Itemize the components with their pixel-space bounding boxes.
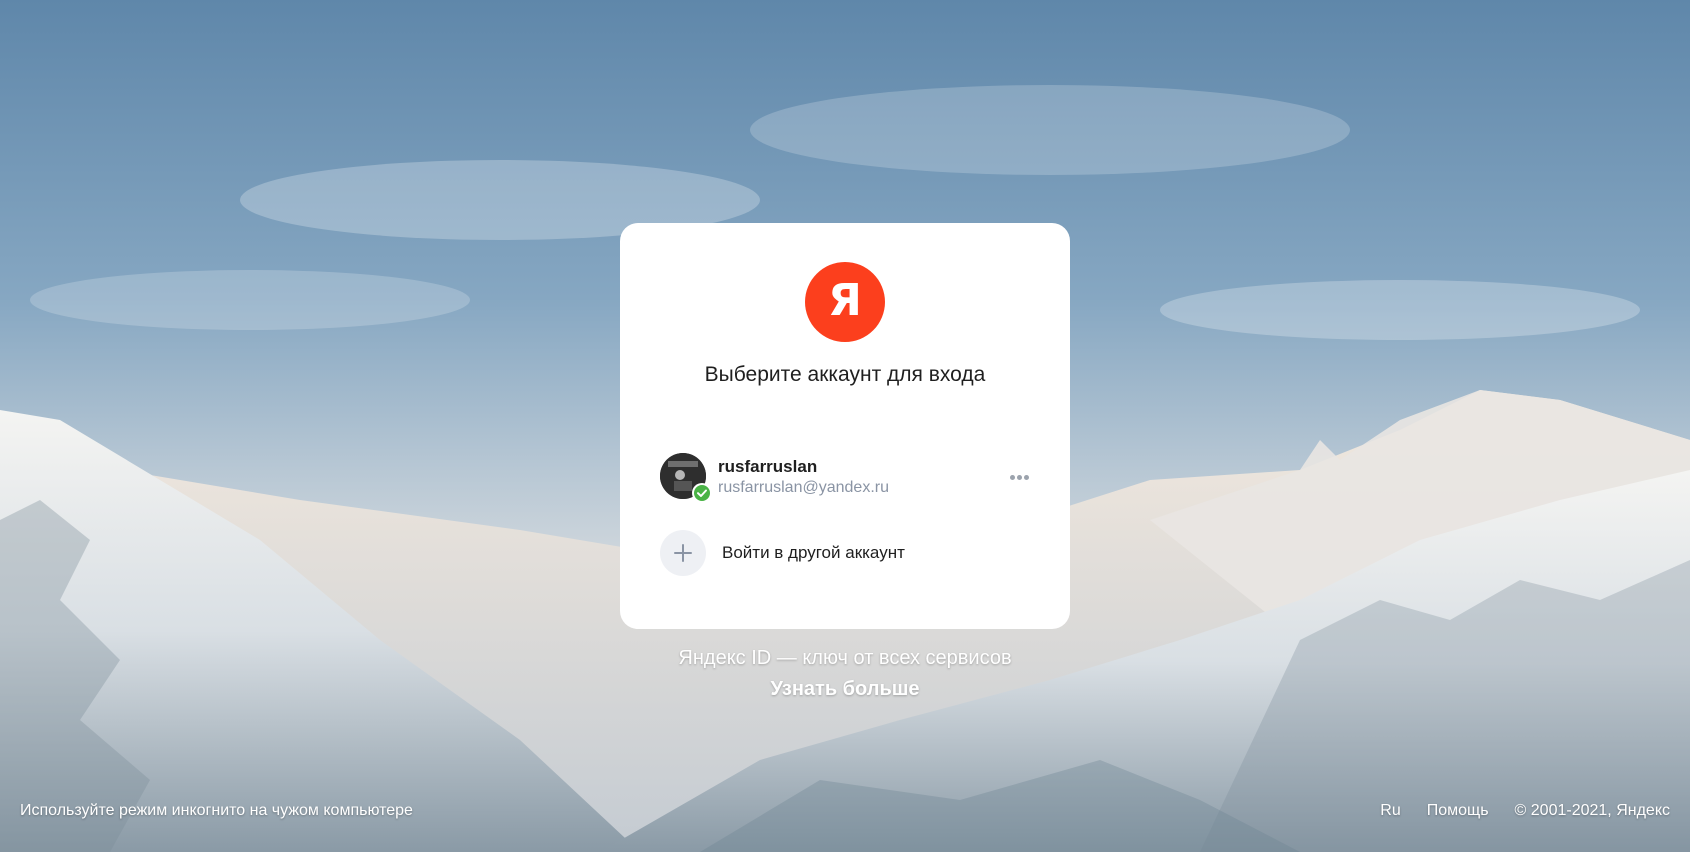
incognito-hint: Используйте режим инкогнито на чужом ком… xyxy=(20,802,413,819)
page-title: Выберите аккаунт для входа xyxy=(704,363,986,386)
promo-tagline: Яндекс ID — ключ от всех сервисов xyxy=(678,647,1012,669)
account-email: rusfarruslan@yandex.ru xyxy=(718,479,889,496)
learn-more-link[interactable]: Узнать больше xyxy=(0,678,1690,701)
account-login: rusfarruslan xyxy=(718,457,818,476)
yandex-logo: Я xyxy=(805,262,885,342)
more-dots-icon[interactable] xyxy=(1005,469,1035,485)
add-account-label: Войти в другой аккаунт xyxy=(722,543,905,562)
copyright: © 2001-2021, Яндекс xyxy=(1514,802,1670,819)
avatar xyxy=(660,453,712,503)
account-item[interactable]: rusfarruslan rusfarruslan@yandex.ru xyxy=(660,453,1030,503)
account-chooser-card: Я Выберите аккаунт для входа rusfarrusla… xyxy=(620,223,1070,629)
check-icon xyxy=(694,485,710,501)
plus-icon xyxy=(660,530,706,576)
yandex-logo-letter: Я xyxy=(828,275,862,326)
verified-badge xyxy=(692,483,712,503)
help-link[interactable]: Помощь xyxy=(1427,802,1489,820)
add-account-button[interactable]: Войти в другой аккаунт xyxy=(660,530,960,576)
language-switcher[interactable]: Ru xyxy=(1380,802,1400,820)
footer-links: Ru Помощь © 2001-2021, Яндекс xyxy=(1380,802,1670,820)
